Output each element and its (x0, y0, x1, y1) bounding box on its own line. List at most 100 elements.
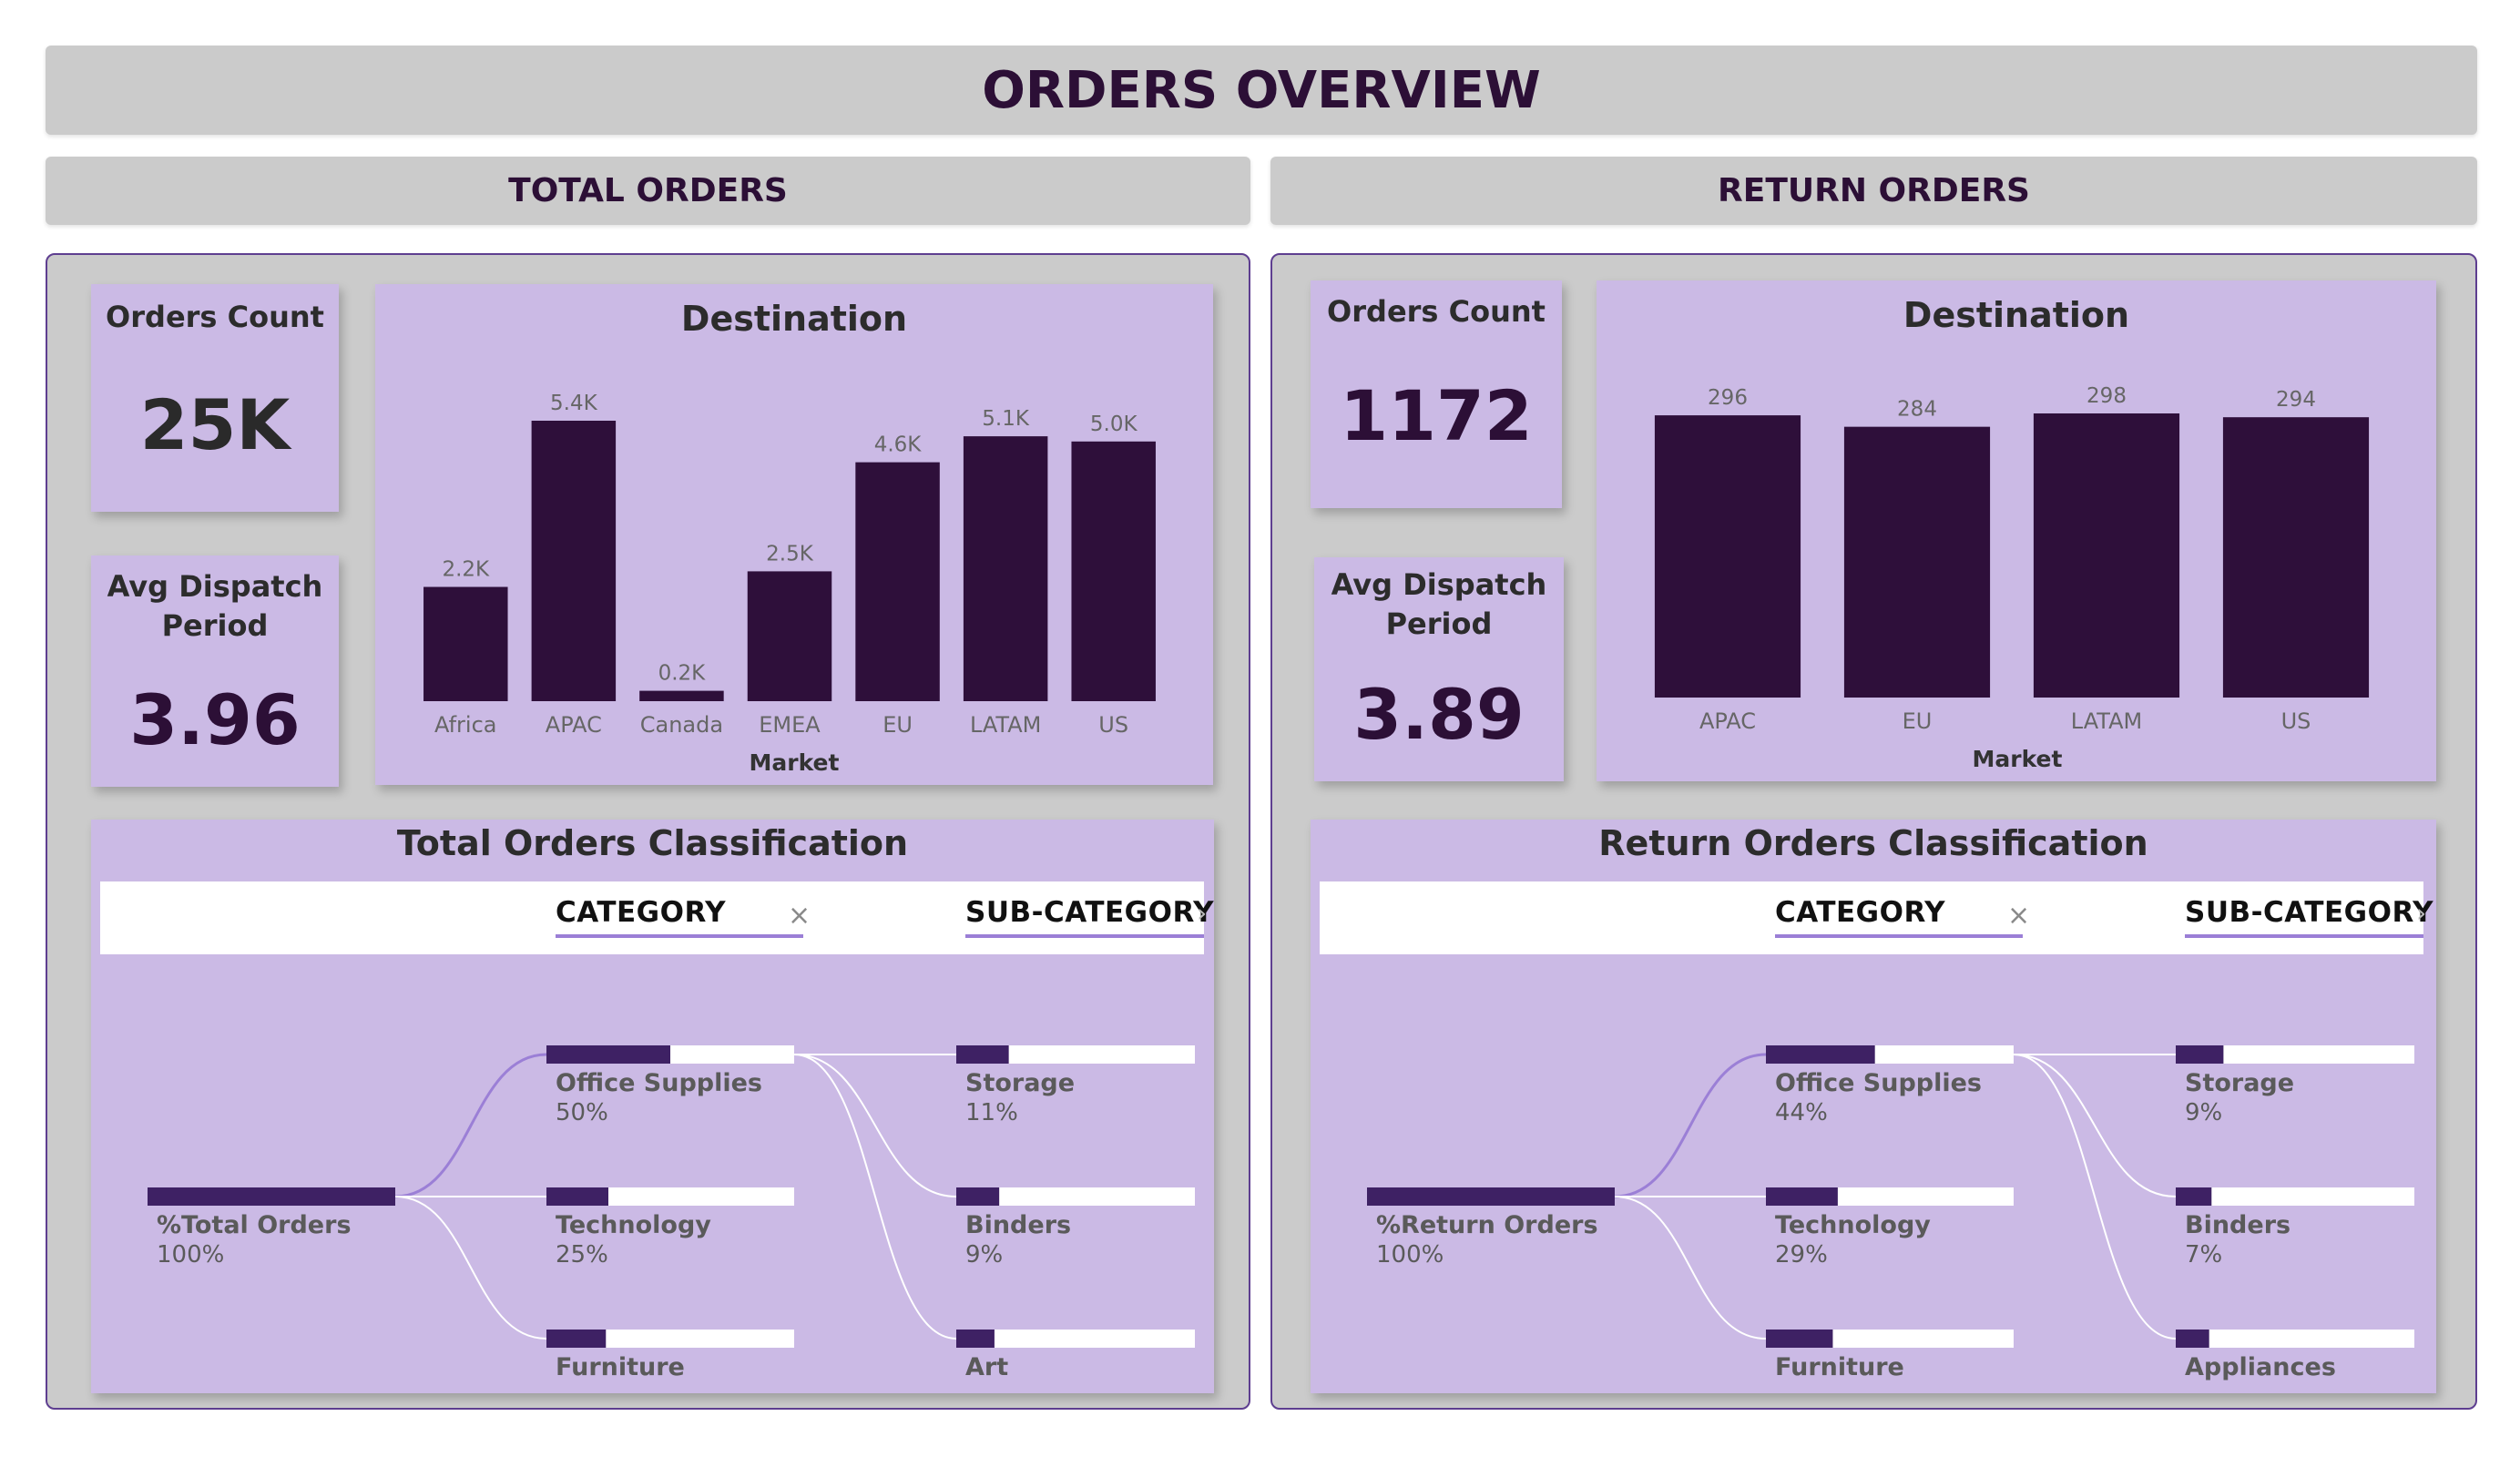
orders-count-value: 25K (139, 384, 291, 465)
sub-category-node-label: Art (965, 1353, 1008, 1381)
return-orders-count-card[interactable]: Orders Count 1172 (1311, 280, 1562, 508)
category-node-bar-fill (546, 1187, 608, 1206)
sub-category-node-bar-fill (956, 1330, 995, 1348)
root-node-label: %Return Orders (1376, 1211, 1598, 1239)
data-label: 5.0K (1090, 413, 1138, 436)
x-tick-label: EMEA (759, 712, 821, 738)
root-node-bar (148, 1187, 395, 1206)
return-orders-panel: Orders Count 1172 Avg Dispatch Period 3.… (1270, 253, 2477, 1410)
page-title: ORDERS OVERVIEW (46, 46, 2477, 135)
sub-category-node-value: 9% (2185, 1099, 2222, 1126)
x-tick-label: EU (883, 712, 913, 738)
return-decomposition-tree[interactable]: %Return Orders100% Office Supplies44% Tech… (1311, 820, 2436, 1393)
x-tick-label: US (1098, 712, 1128, 738)
connector-line (1614, 1196, 1767, 1340)
orders-count-value: 1172 (1340, 375, 1533, 456)
x-tick-label: EU (1903, 708, 1933, 734)
avg-dispatch-label-line1: Avg Dispatch (107, 569, 323, 604)
category-node-label: Technology (1775, 1211, 1931, 1239)
total-avg-dispatch-card[interactable]: Avg Dispatch Period 3.96 (91, 555, 339, 787)
category-node-value: 29% (1775, 1241, 1828, 1269)
return-destination-chart-card[interactable]: Destination 296 APAC 284 EU 298 LATAM 294 US Mar… (1597, 280, 2436, 781)
x-tick-label: LATAM (970, 712, 1041, 738)
data-label: 0.2K (658, 662, 707, 686)
root-node-value: 100% (157, 1241, 224, 1269)
data-label: 294 (2276, 388, 2316, 412)
sub-category-node-bar-fill (2176, 1187, 2212, 1206)
category-node-label: Furniture (556, 1353, 685, 1381)
total-classification-card[interactable]: Total Orders Classification CATEGORY × S… (91, 820, 1214, 1393)
x-tick-label: APAC (1699, 708, 1756, 734)
bar-eu (1843, 426, 1991, 698)
total-decomposition-tree[interactable]: %Total Orders100% Office Supplies50% Techn… (91, 820, 1214, 1393)
sub-category-node-value: 7% (2185, 1241, 2222, 1269)
avg-dispatch-label-line1: Avg Dispatch (1331, 567, 1547, 602)
category-node-bar-fill (1766, 1330, 1833, 1348)
data-label: 2.5K (766, 542, 814, 565)
category-node-value: 44% (1775, 1099, 1828, 1126)
total-orders-count-card[interactable]: Orders Count 25K (91, 284, 339, 512)
bar-us (2222, 417, 2370, 698)
bar-africa (423, 586, 508, 701)
category-node-value: 50% (556, 1099, 608, 1126)
data-label: 298 (2086, 384, 2127, 408)
category-node-value: 25% (556, 1241, 608, 1269)
x-tick-label: Africa (434, 712, 496, 738)
root-node-bar (1367, 1187, 1615, 1206)
category-node-label: Office Supplies (1775, 1069, 1982, 1097)
connector-line (793, 1054, 957, 1340)
data-label: 2.2K (442, 558, 490, 582)
sub-category-node-bar-fill (2176, 1330, 2209, 1348)
total-orders-section-title: TOTAL ORDERS (46, 157, 1250, 225)
sub-category-node-label: Storage (965, 1069, 1075, 1097)
sub-category-node-bar-fill (956, 1187, 1000, 1206)
sub-category-node-value: 9% (965, 1241, 1003, 1269)
total-destination-bar-chart: 2.2K Africa 5.4K APAC 0.2K Canada 2.5K EMEA 4.6K… (423, 392, 1156, 776)
sub-category-node-bar-track (2176, 1330, 2414, 1348)
sub-category-node-label: Storage (2185, 1069, 2294, 1097)
bar-apac (531, 421, 617, 701)
bar-emea (747, 571, 832, 701)
sub-category-node-bar-fill (956, 1045, 1009, 1064)
bar-canada (639, 690, 724, 701)
connector-line (793, 1054, 957, 1197)
category-node-bar-fill (1766, 1187, 1838, 1206)
sub-category-node-label: Binders (2185, 1211, 2290, 1239)
data-label: 5.1K (982, 407, 1030, 431)
bar-latam (963, 436, 1048, 701)
data-label: 4.6K (874, 433, 923, 457)
x-axis-title: Market (1973, 746, 2063, 772)
x-tick-label: LATAM (2071, 708, 2142, 734)
connector-line (2013, 1054, 2177, 1340)
data-label: 296 (1708, 386, 1748, 410)
sub-category-node-label: Binders (965, 1211, 1071, 1239)
category-node-label: Technology (556, 1211, 711, 1239)
sub-category-node-label: Appliances (2185, 1353, 2336, 1381)
data-label: 284 (1897, 398, 1937, 422)
x-axis-title: Market (750, 749, 840, 776)
connector-line (1614, 1053, 1767, 1198)
category-node-label: Furniture (1775, 1353, 1904, 1381)
return-destination-bar-chart: 296 APAC 284 EU 298 LATAM 294 US Market (1654, 384, 2370, 772)
root-node-label: %Total Orders (157, 1211, 352, 1239)
x-tick-label: APAC (546, 712, 602, 738)
connector-line (394, 1196, 547, 1340)
category-node-bar-fill (546, 1045, 670, 1064)
sub-category-node-value: 11% (965, 1099, 1018, 1126)
bar-apac (1654, 415, 1801, 698)
bar-eu (855, 462, 940, 701)
sub-category-node-bar-fill (2176, 1045, 2224, 1064)
return-classification-card[interactable]: Return Orders Classification CATEGORY × … (1311, 820, 2436, 1393)
avg-dispatch-value: 3.96 (129, 679, 301, 760)
return-avg-dispatch-card[interactable]: Avg Dispatch Period 3.89 (1314, 557, 1564, 781)
orders-count-label: Orders Count (1327, 294, 1546, 329)
bar-us (1071, 441, 1156, 701)
avg-dispatch-value: 3.89 (1353, 674, 1525, 755)
avg-dispatch-label-line2: Period (161, 608, 269, 643)
total-orders-panel: Orders Count 25K Avg Dispatch Period 3.9… (46, 253, 1250, 1410)
total-destination-chart-card[interactable]: Destination 2.2K Africa 5.4K APAC 0.2K Canada… (375, 284, 1213, 785)
root-node-value: 100% (1376, 1241, 1444, 1269)
connector-line (2013, 1054, 2177, 1197)
connector-line (394, 1053, 547, 1198)
category-node-bar-fill (546, 1330, 607, 1348)
